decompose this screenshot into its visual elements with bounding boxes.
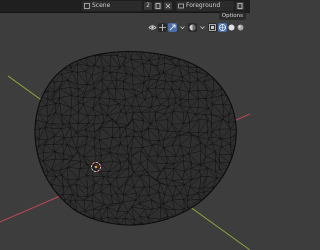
- viewport-canvas[interactable]: [0, 22, 250, 250]
- view-layer-icon: [178, 3, 184, 9]
- 3d-viewport[interactable]: [0, 22, 250, 250]
- scene-count-button[interactable]: 2: [144, 2, 152, 10]
- view-layer-name: Foreground: [186, 2, 221, 9]
- top-header: Scene 2 Foreground: [0, 0, 250, 13]
- options-dropdown[interactable]: Options: [218, 12, 246, 20]
- scene-icon: [84, 3, 90, 9]
- scene-selector[interactable]: Scene: [82, 1, 142, 11]
- delete-scene-icon[interactable]: [164, 2, 172, 10]
- scene-name: Scene: [92, 2, 111, 9]
- new-view-layer-icon[interactable]: [236, 2, 244, 10]
- new-scene-icon[interactable]: [154, 2, 162, 10]
- wireframe-mesh[interactable]: [27, 39, 249, 245]
- view-layer-selector[interactable]: Foreground: [176, 1, 234, 11]
